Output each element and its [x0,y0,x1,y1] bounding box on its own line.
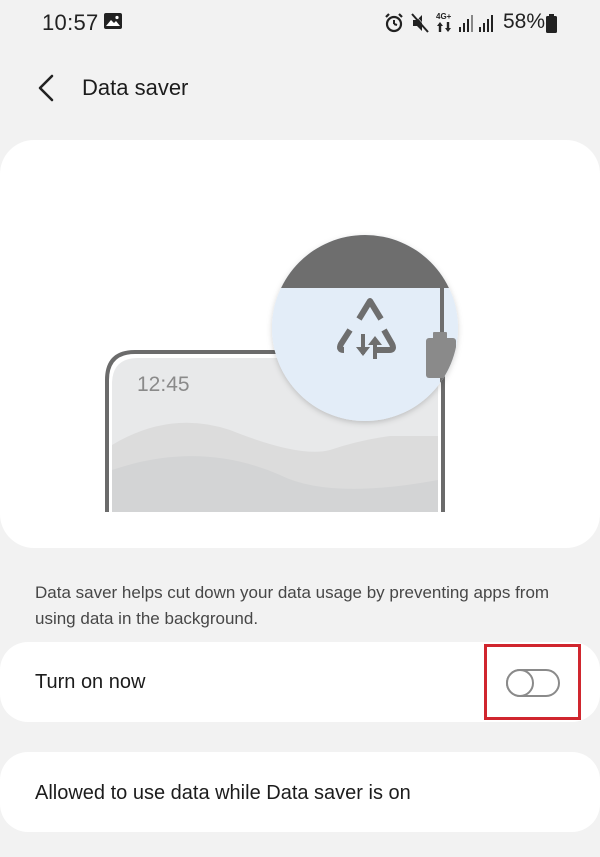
toggle-knob [506,669,534,697]
signal-icon [479,15,493,32]
battery-icon [546,14,557,33]
data-saver-toggle[interactable] [506,669,560,697]
network-type-label: 4G+ [436,12,452,21]
data-arrows-icon: 4G+ [436,12,452,32]
turn-on-now-label: Turn on now [35,671,146,693]
description-text: Data saver helps cut down your data usag… [35,583,550,628]
page-title: Data saver [82,75,189,100]
signal-icon [459,15,473,32]
illustration-card: 12:45 [0,140,600,548]
data-saver-illustration [105,235,458,512]
battery-percent: 58% [503,10,546,33]
alarm-icon [385,13,403,33]
allowed-apps-row[interactable]: Allowed to use data while Data saver is … [0,752,600,832]
back-button[interactable] [30,70,66,106]
allowed-apps-label: Allowed to use data while Data saver is … [35,782,411,804]
image-icon [104,13,122,29]
status-bar: 10:57 4G+ 58% [0,0,600,46]
status-time: 10:57 [42,10,99,35]
mute-icon [411,12,430,33]
illustration-phone-time: 12:45 [137,373,190,396]
turn-on-now-row[interactable]: Turn on now [0,642,600,722]
